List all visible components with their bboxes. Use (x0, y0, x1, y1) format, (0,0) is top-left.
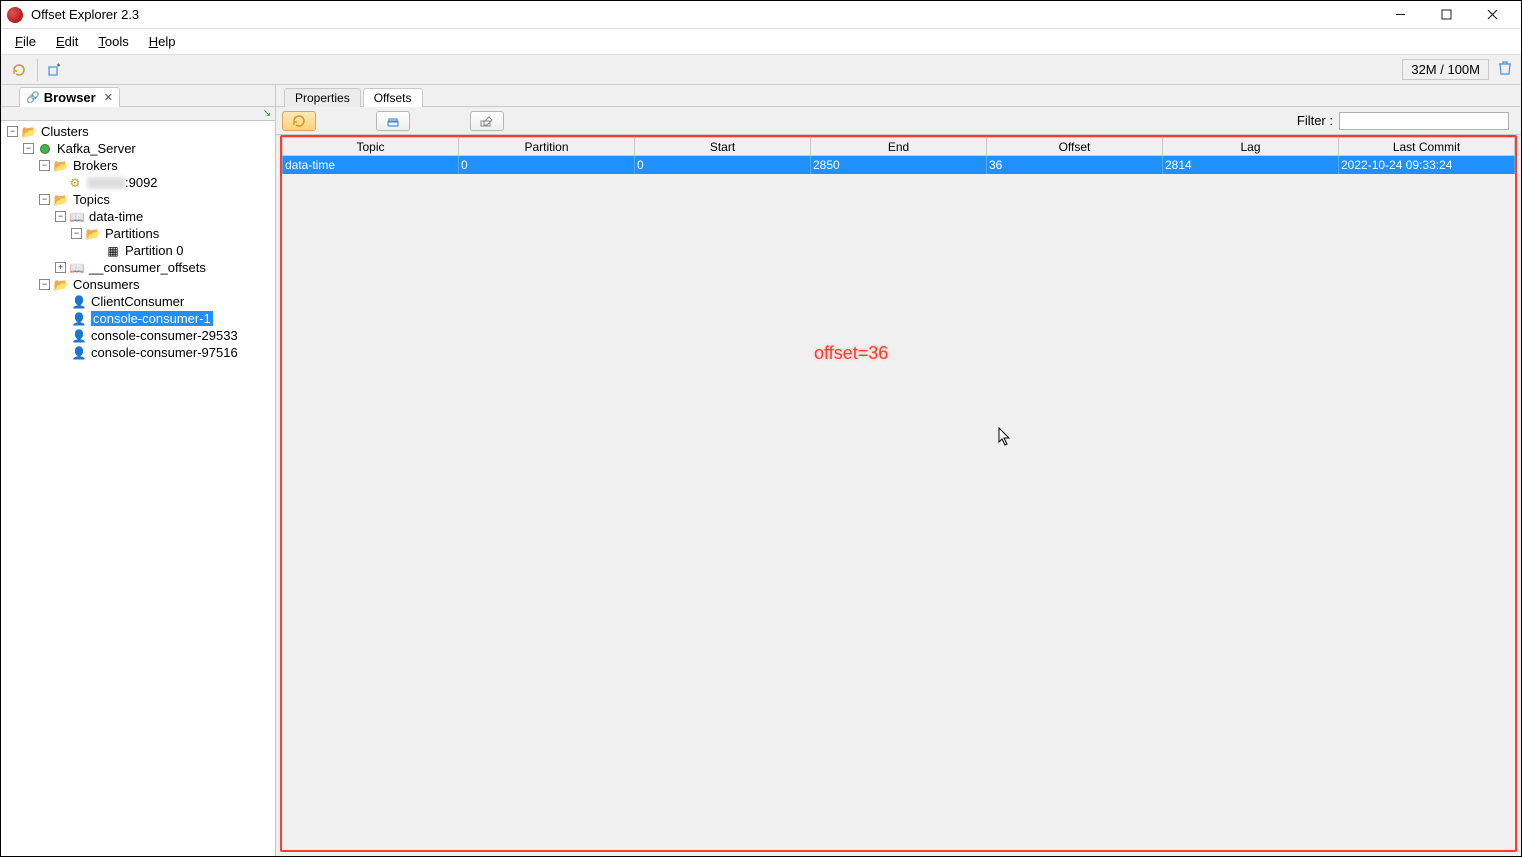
tree-consumer-97516[interactable]: 👤console-consumer-97516 (1, 344, 275, 361)
menu-edit[interactable]: Edit (46, 31, 88, 52)
table-container: Topic Partition Start End Offset Lag Las… (276, 135, 1521, 856)
topic-icon: 📖 (69, 209, 85, 225)
sidebar-tabs: 🔗 Browser ✕ (1, 85, 275, 107)
folder-open-icon: 📂 (21, 124, 37, 140)
menu-file[interactable]: File (5, 31, 46, 52)
main-panel: Properties Offsets Filter : Topic Partit… (276, 85, 1521, 856)
sidebar-corner: ↘ (1, 107, 275, 121)
th-end[interactable]: End (811, 138, 987, 156)
menu-tools[interactable]: Tools (88, 31, 138, 52)
tree-consumer-client[interactable]: 👤ClientConsumer (1, 293, 275, 310)
mouse-cursor-icon (998, 427, 1012, 450)
partition-icon: ▦ (105, 243, 121, 259)
tree-consumer-1[interactable]: 👤console-consumer-1 (1, 310, 275, 327)
minimize-button[interactable] (1377, 1, 1423, 29)
tree-kafka-server[interactable]: −Kafka_Server (1, 140, 275, 157)
menu-help[interactable]: Help (139, 31, 186, 52)
filter-label: Filter : (1297, 113, 1333, 128)
folder-open-icon: 📂 (53, 192, 69, 208)
main-toolbar: 32M / 100M (1, 55, 1521, 85)
close-button[interactable] (1469, 1, 1515, 29)
menu-bar: File Edit Tools Help (1, 29, 1521, 55)
cell-partition: 0 (459, 156, 635, 174)
offsets-table: Topic Partition Start End Offset Lag Las… (282, 137, 1515, 174)
consumer-icon: 👤 (71, 294, 87, 310)
offsets-table-wrapper: Topic Partition Start End Offset Lag Las… (280, 135, 1517, 852)
browser-tab[interactable]: 🔗 Browser ✕ (19, 87, 120, 107)
close-tab-icon[interactable]: ✕ (104, 91, 113, 104)
folder-open-icon: 📂 (53, 158, 69, 174)
tree-consumers[interactable]: −📂Consumers (1, 276, 275, 293)
refresh-offsets-button[interactable] (282, 111, 316, 131)
cell-start: 0 (635, 156, 811, 174)
window-title: Offset Explorer 2.3 (31, 7, 1377, 22)
th-partition[interactable]: Partition (459, 138, 635, 156)
edit-button[interactable] (470, 111, 504, 131)
content-tabs: Properties Offsets (276, 85, 1521, 107)
tree-brokers[interactable]: −📂Brokers (1, 157, 275, 174)
maximize-button[interactable] (1423, 1, 1469, 29)
tree-topic-data-time[interactable]: −📖data-time (1, 208, 275, 225)
trash-icon[interactable] (1497, 60, 1513, 79)
offsets-toolbar: Filter : (276, 107, 1521, 135)
annotation-label: offset=36 (814, 343, 888, 364)
th-offset[interactable]: Offset (987, 138, 1163, 156)
memory-status: 32M / 100M (1402, 59, 1489, 80)
tree-broker-0[interactable]: ⚙:9092 (1, 174, 275, 191)
table-row[interactable]: data-time 0 0 2850 36 2814 2022-10-24 09… (283, 156, 1515, 174)
consumer-icon: 👤 (71, 311, 87, 327)
title-bar: Offset Explorer 2.3 (1, 1, 1521, 29)
cell-offset: 36 (987, 156, 1163, 174)
app-icon (7, 7, 23, 23)
folder-open-icon: 📂 (85, 226, 101, 242)
export-button[interactable] (376, 111, 410, 131)
filter-input[interactable] (1339, 112, 1509, 130)
tree-clusters[interactable]: −📂Clusters (1, 123, 275, 140)
toolbar-separator (37, 59, 38, 81)
gear-icon: ⚙ (67, 175, 83, 191)
table-header-row: Topic Partition Start End Offset Lag Las… (283, 138, 1515, 156)
add-cluster-button[interactable] (40, 59, 68, 81)
tree-consumer-offsets[interactable]: +📖__consumer_offsets (1, 259, 275, 276)
tree-partitions[interactable]: −📂Partitions (1, 225, 275, 242)
sidebar: 🔗 Browser ✕ ↘ −📂Clusters −Kafka_Server −… (1, 85, 276, 856)
tab-offsets[interactable]: Offsets (363, 88, 423, 107)
consumer-icon: 👤 (71, 328, 87, 344)
tree-icon: 🔗 (26, 91, 40, 104)
tab-properties[interactable]: Properties (284, 88, 361, 107)
folder-open-icon: 📂 (53, 277, 69, 293)
cell-topic: data-time (283, 156, 459, 174)
th-last-commit[interactable]: Last Commit (1339, 138, 1515, 156)
obscured-host (87, 177, 125, 189)
topic-icon: 📖 (69, 260, 85, 276)
browser-tab-label: Browser (44, 90, 96, 105)
consumer-icon: 👤 (71, 345, 87, 361)
tree-topics[interactable]: −📂Topics (1, 191, 275, 208)
cell-lag: 2814 (1163, 156, 1339, 174)
status-green-icon (37, 141, 53, 157)
th-start[interactable]: Start (635, 138, 811, 156)
cell-end: 2850 (811, 156, 987, 174)
th-topic[interactable]: Topic (283, 138, 459, 156)
refresh-button[interactable] (5, 59, 33, 81)
tree-view[interactable]: −📂Clusters −Kafka_Server −📂Brokers ⚙:909… (1, 121, 275, 856)
tree-consumer-29533[interactable]: 👤console-consumer-29533 (1, 327, 275, 344)
cell-last-commit: 2022-10-24 09:33:24 (1339, 156, 1515, 174)
tree-partition-0[interactable]: ▦Partition 0 (1, 242, 275, 259)
th-lag[interactable]: Lag (1163, 138, 1339, 156)
